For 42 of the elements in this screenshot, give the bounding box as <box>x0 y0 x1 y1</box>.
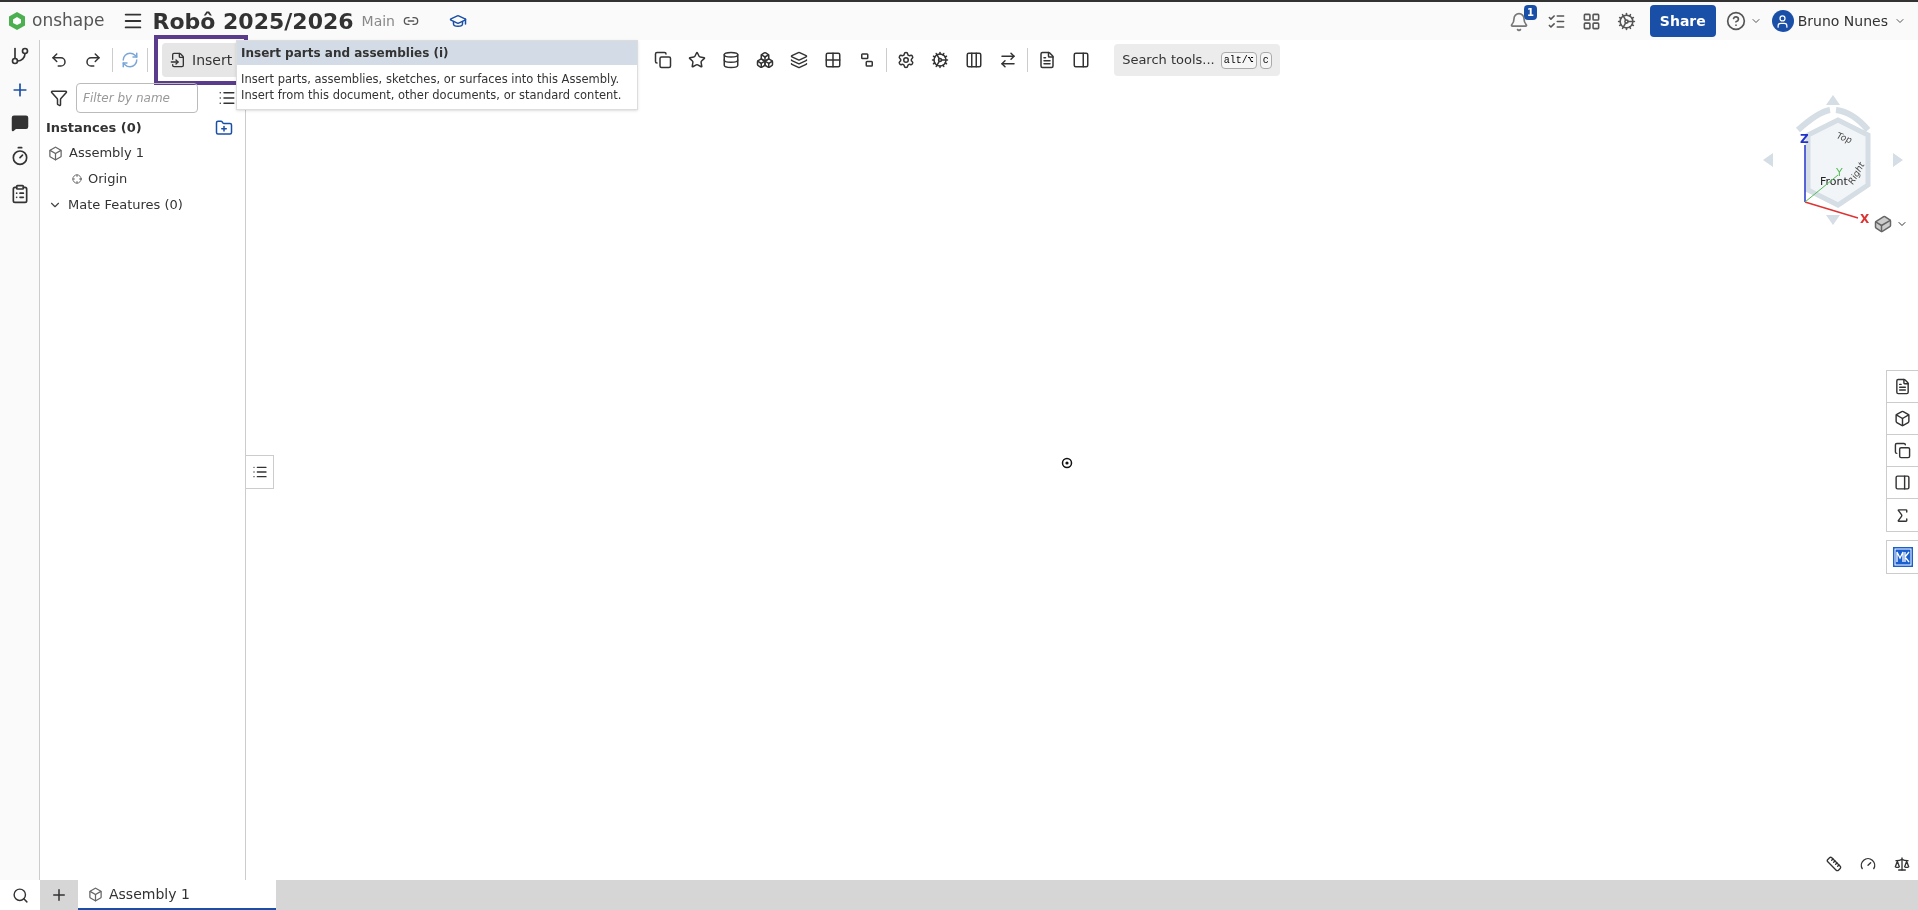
instances-heading: Instances (0) <box>46 119 142 138</box>
shortcut-key: c <box>1259 51 1272 69</box>
view-cube-icon[interactable] <box>1874 215 1892 233</box>
user-name[interactable]: Bruno Nunes <box>1797 10 1888 32</box>
logo-icon <box>8 11 26 31</box>
gauge-icon[interactable] <box>1860 856 1876 872</box>
plus-icon <box>50 886 68 904</box>
tooltip-text: Insert parts, assemblies, sketches, or surfaces into this Assembly. Insert from this document, other documents, or standard content. <box>240 71 623 104</box>
logo-text: onshape <box>32 9 105 33</box>
list-view-icon[interactable] <box>218 89 236 107</box>
document-tab[interactable]: Assembly 1 <box>78 880 276 910</box>
notification-badge: 1 <box>1523 5 1537 20</box>
tooltip-title: Insert parts and assemblies (i) <box>237 41 637 65</box>
document-title: Robô 2025/2026 <box>152 7 354 36</box>
graduation-cap-icon[interactable] <box>449 12 467 30</box>
shortcut-key: alt/⌥ <box>1220 51 1257 69</box>
add-app-icon[interactable] <box>1581 11 1601 31</box>
list-icon[interactable] <box>1894 378 1911 395</box>
tree-item[interactable]: Mate Features (0) <box>68 195 183 215</box>
insert-icon <box>170 52 186 68</box>
origin-point-icon <box>1061 457 1073 469</box>
search-icon[interactable] <box>11 886 29 904</box>
help-icon[interactable] <box>1725 11 1746 31</box>
notification-icon[interactable] <box>1508 12 1529 32</box>
filter-field[interactable]: Filter by name <box>76 83 198 113</box>
mass-icon[interactable] <box>1894 856 1910 872</box>
filter-icon[interactable] <box>50 89 68 107</box>
share-button[interactable]: Share <box>1649 5 1716 37</box>
search-tools-field[interactable]: Search tools... alt/⌥ c <box>1114 44 1280 76</box>
mk-app-icon[interactable] <box>1892 547 1913 567</box>
new-folder-icon[interactable] <box>215 119 233 137</box>
comment-icon[interactable] <box>10 114 29 132</box>
tree-item[interactable]: Origin <box>88 169 128 189</box>
avatar[interactable] <box>1771 10 1794 32</box>
assembly-icon <box>48 145 63 161</box>
tree-item[interactable]: Assembly 1 <box>69 143 145 163</box>
measure-icon[interactable] <box>1826 856 1842 872</box>
cube-icon[interactable] <box>1894 410 1911 427</box>
origin-icon <box>72 174 82 184</box>
list-icon <box>251 464 268 480</box>
assembly-icon <box>88 886 103 902</box>
panel-toggle[interactable] <box>246 455 274 489</box>
